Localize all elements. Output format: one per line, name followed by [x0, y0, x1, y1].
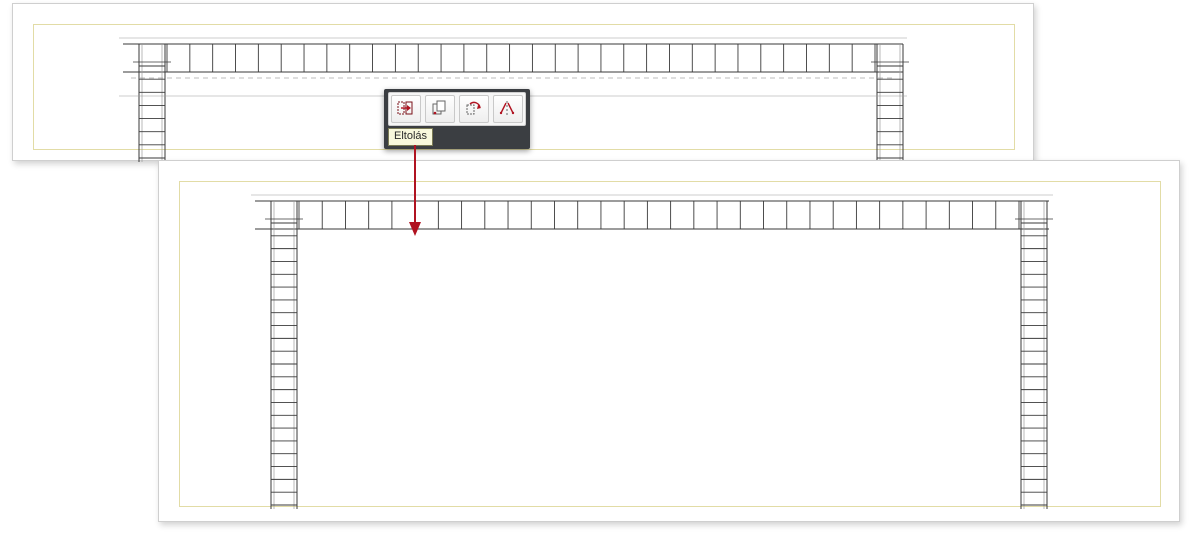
mirror-tool[interactable] — [493, 95, 523, 123]
panel-after-drawing — [159, 161, 1181, 523]
mirror-icon — [499, 100, 517, 119]
toolbox-row — [388, 92, 526, 126]
copy-tool[interactable] — [425, 95, 455, 123]
transition-arrow-head — [409, 222, 421, 236]
pet-palette-toolbox: Eltolás — [384, 89, 530, 149]
rotate-tool[interactable] — [459, 95, 489, 123]
copy-icon — [431, 100, 449, 119]
rotate-icon — [465, 100, 483, 119]
viewport: Eltolás — [0, 0, 1200, 533]
transition-arrow-line — [414, 145, 416, 223]
tooltip-label: Eltolás — [388, 128, 433, 146]
move-tool[interactable] — [391, 95, 421, 123]
move-icon — [397, 100, 415, 119]
panel-after — [158, 160, 1180, 522]
